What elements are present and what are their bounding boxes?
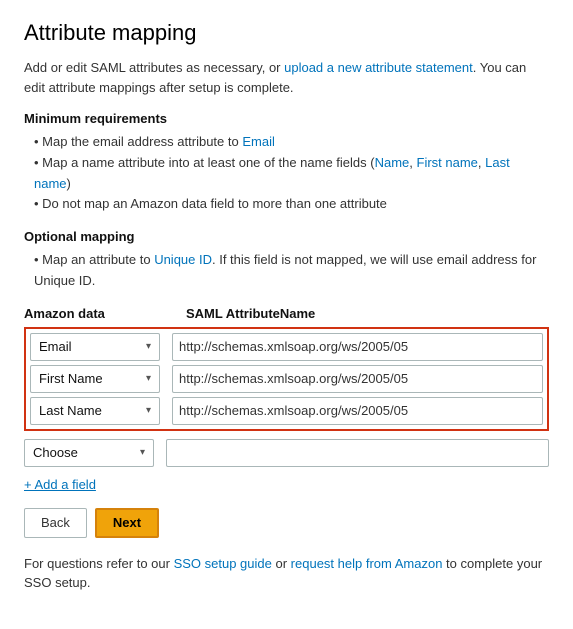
optional-amazon-select[interactable]: Choose ▾ [24,439,154,467]
firstname-link[interactable]: First name [417,155,478,170]
firstname-chevron-icon: ▾ [146,373,151,384]
footer-text1: For questions refer to our [24,556,174,571]
mapping-header: Amazon data SAML AttributeName [24,306,549,321]
list-item: Do not map an Amazon data field to more … [34,194,549,215]
min-req-list: Map the email address attribute to Email… [24,132,549,215]
firstname-amazon-select[interactable]: First Name ▾ [30,365,160,393]
list-item: Map the email address attribute to Email [34,132,549,153]
request-help-link[interactable]: request help from Amazon [291,556,443,571]
back-button[interactable]: Back [24,508,87,538]
email-select-label: Email [39,339,72,354]
firstname-select-label: First Name [39,371,103,386]
footer: For questions refer to our SSO setup gui… [24,554,549,593]
sso-setup-guide-link[interactable]: SSO setup guide [174,556,272,571]
lastname-saml-input[interactable] [172,397,543,425]
list-item: Map an attribute to Unique ID. If this f… [34,250,549,292]
intro-paragraph: Add or edit SAML attributes as necessary… [24,58,549,97]
email-amazon-select[interactable]: Email ▾ [30,333,160,361]
col-amazon-label: Amazon data [24,306,174,321]
mapping-table: Amazon data SAML AttributeName Email ▾ F… [24,306,549,467]
add-field-link[interactable]: + Add a field [24,477,96,492]
list-item: Map a name attribute into at least one o… [34,153,549,195]
firstname-mapping-row: First Name ▾ [30,365,543,393]
min-req-title: Minimum requirements [24,111,549,126]
optional-select-label: Choose [33,445,78,460]
lastname-mapping-row: Last Name ▾ [30,397,543,425]
page-title: Attribute mapping [24,20,549,46]
minimum-requirements-section: Minimum requirements Map the email addre… [24,111,549,215]
next-button[interactable]: Next [95,508,159,538]
name-link[interactable]: Name [375,155,410,170]
button-row: Back Next [24,508,549,538]
optional-mapping-title: Optional mapping [24,229,549,244]
lastname-chevron-icon: ▾ [146,405,151,416]
required-rows-container: Email ▾ First Name ▾ Last Name ▾ [24,327,549,431]
optional-mapping-list: Map an attribute to Unique ID. If this f… [24,250,549,292]
optional-saml-input[interactable] [166,439,549,467]
optional-mapping-row: Choose ▾ [24,439,549,467]
optional-mapping-section: Optional mapping Map an attribute to Uni… [24,229,549,292]
upload-attribute-link[interactable]: upload a new attribute statement [284,60,473,75]
email-mapping-row: Email ▾ [30,333,543,361]
lastname-amazon-select[interactable]: Last Name ▾ [30,397,160,425]
email-saml-input[interactable] [172,333,543,361]
footer-text2: or [272,556,291,571]
email-link[interactable]: Email [242,134,275,149]
intro-text: Add or edit SAML attributes as necessary… [24,60,284,75]
optional-chevron-icon: ▾ [140,447,145,458]
firstname-saml-input[interactable] [172,365,543,393]
lastname-select-label: Last Name [39,403,102,418]
col-saml-label: SAML AttributeName [186,306,549,321]
unique-id-link[interactable]: Unique ID [154,252,212,267]
email-chevron-icon: ▾ [146,341,151,352]
